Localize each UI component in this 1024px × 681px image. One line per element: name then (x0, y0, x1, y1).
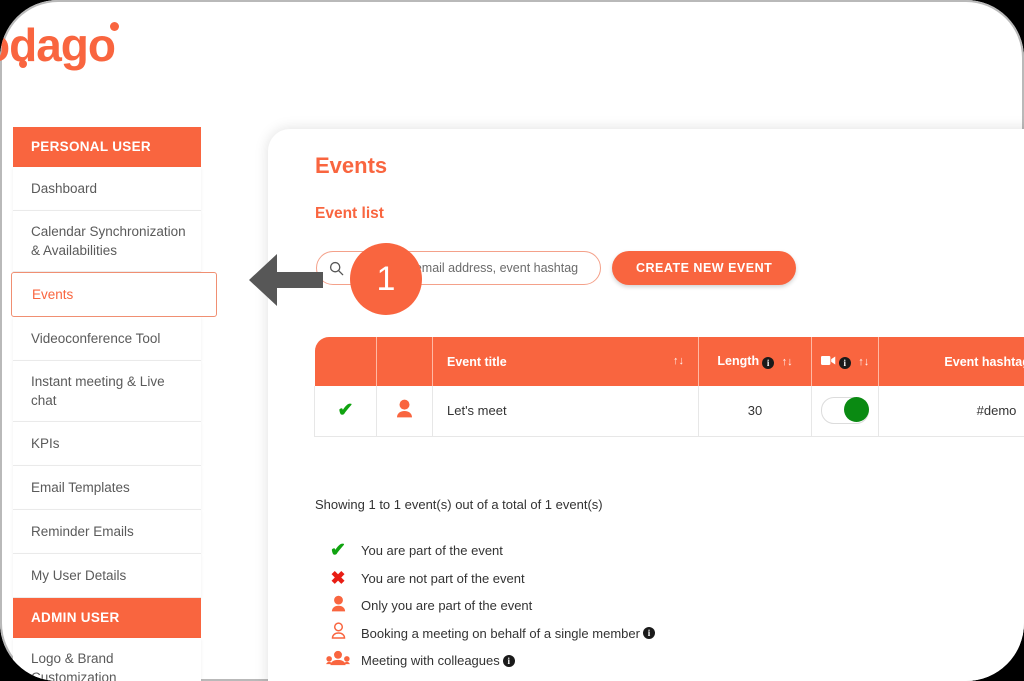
legend-label: Meeting with colleagues (361, 653, 500, 669)
brand-logo[interactable]: odago (0, 18, 119, 72)
legend: ✔ You are part of the event ✖ You are no… (315, 537, 655, 675)
legend-item-with-colleagues: Meeting with colleagues i (315, 647, 655, 675)
sidebar-item-reminder-emails[interactable]: Reminder Emails (13, 510, 201, 554)
people-group-icon (315, 650, 361, 671)
sidebar-item-videoconference-tool[interactable]: Videoconference Tool (13, 317, 201, 361)
column-length-label: Length (717, 354, 760, 368)
main-content-panel: Events Event list CREATE NEW EVENT Event… (268, 129, 1024, 681)
sort-arrows-icon[interactable]: ↑↓ (782, 356, 793, 368)
sidebar-item-dashboard[interactable]: Dashboard (13, 167, 201, 211)
logo-dot-under-icon (19, 60, 27, 68)
sidebar-item-calendar-synchronization[interactable]: Calendar Synchronization & Availabilitie… (13, 211, 201, 272)
toggle-knob (844, 397, 869, 423)
column-event-title[interactable]: Event title ↑↓ (432, 337, 699, 386)
cross-icon: ✖ (330, 567, 346, 588)
legend-label: Booking a meeting on behalf of a single … (361, 625, 640, 641)
videoconference-toggle[interactable] (821, 397, 869, 425)
legend-item-part-of-event: ✔ You are part of the event (315, 537, 655, 565)
results-summary: Showing 1 to 1 event(s) out of a total o… (315, 497, 603, 512)
column-event-hashtag: Event hashtag (#) (878, 337, 1024, 386)
sidebar-item-email-templates[interactable]: Email Templates (13, 466, 201, 510)
info-icon[interactable]: i (642, 627, 655, 640)
cell-event-hashtag: #demo (878, 386, 1024, 437)
table-header-row: Event title ↑↓ Length i ↑↓ i ↑↓ Event ha… (314, 337, 1024, 386)
person-outline-icon (315, 622, 361, 644)
sort-arrows-icon[interactable]: ↑↓ (858, 356, 869, 368)
search-icon (329, 261, 344, 275)
check-icon: ✔ (330, 540, 346, 562)
events-table: Event title ↑↓ Length i ↑↓ i ↑↓ Event ha… (314, 337, 1024, 437)
legend-item-only-you: Only you are part of the event (315, 592, 655, 620)
info-icon[interactable]: i (838, 357, 851, 369)
cell-length: 30 (698, 386, 812, 437)
video-camera-icon (820, 356, 835, 365)
info-icon[interactable]: i (502, 654, 515, 667)
column-attendee-type (376, 337, 433, 386)
sidebar-item-logo-brand-customization[interactable]: Logo & Brand Customization (13, 638, 201, 681)
legend-label: Only you are part of the event (361, 598, 533, 614)
legend-label: You are part of the event (361, 543, 503, 559)
app-window: odago PERSONAL USER Dashboard Calendar S… (0, 0, 1024, 681)
logo-text: odago (0, 19, 116, 71)
cell-participation: ✔ (314, 386, 377, 437)
legend-item-not-part-of-event: ✖ You are not part of the event (315, 565, 655, 593)
sidebar-section-header-admin: ADMIN USER (13, 598, 201, 638)
person-filled-icon (397, 399, 412, 418)
sort-arrows-icon[interactable]: ↑↓ (673, 355, 684, 367)
legend-label: You are not part of the event (361, 570, 525, 586)
column-event-title-label: Event title (447, 354, 507, 369)
cell-event-title: Let's meet (432, 386, 699, 437)
sidebar-item-events[interactable]: Events (11, 272, 217, 317)
sidebar-item-my-user-details[interactable]: My User Details (13, 554, 201, 598)
sidebar: PERSONAL USER Dashboard Calendar Synchro… (11, 127, 217, 681)
create-new-event-button[interactable]: CREATE NEW EVENT (612, 251, 797, 285)
sidebar-item-instant-meeting[interactable]: Instant meeting & Live chat (13, 361, 201, 422)
legend-item-on-behalf: Booking a meeting on behalf of a single … (315, 620, 655, 648)
column-participation (314, 337, 377, 386)
person-filled-icon (315, 595, 361, 617)
sidebar-section-header-personal: PERSONAL USER (13, 127, 201, 167)
section-title: Event list (315, 205, 384, 222)
page-title: Events (315, 153, 388, 178)
cell-videoconference-toggle[interactable] (811, 386, 879, 437)
annotation-step-badge: 1 (350, 243, 422, 315)
table-row[interactable]: ✔ Let's meet 30 #demo (314, 386, 1024, 437)
column-length[interactable]: Length i ↑↓ (698, 337, 812, 386)
logo-dot-over-icon (109, 22, 119, 31)
column-videoconference[interactable]: i ↑↓ (811, 337, 879, 386)
info-icon[interactable]: i (762, 357, 775, 369)
cell-attendee-type (376, 386, 433, 437)
sidebar-item-kpis[interactable]: KPIs (13, 422, 201, 466)
annotation-arrow-icon (249, 254, 323, 306)
check-icon: ✔ (337, 400, 354, 422)
